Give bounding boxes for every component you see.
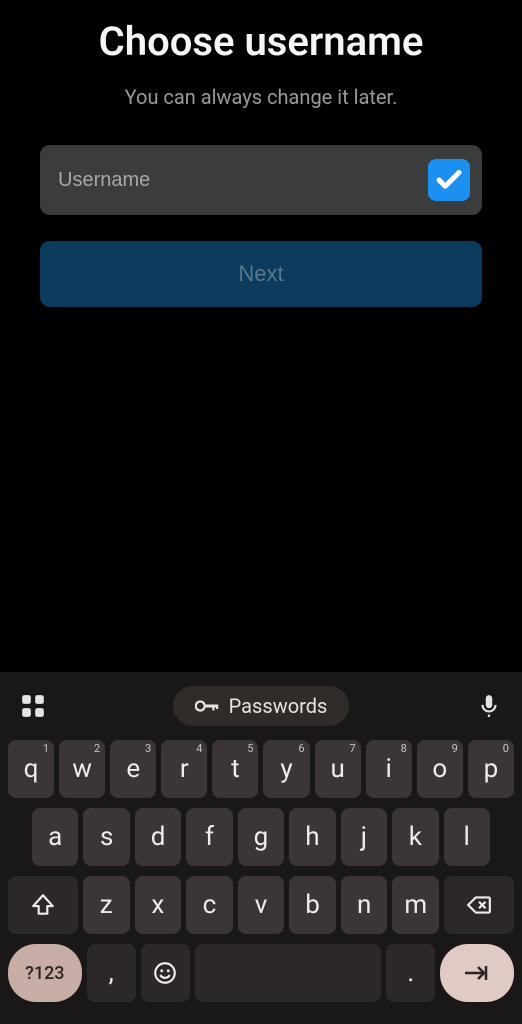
shift-key[interactable] <box>8 876 78 934</box>
key-o[interactable]: o9 <box>417 740 463 798</box>
key-m[interactable]: m <box>392 876 439 934</box>
key-e[interactable]: e3 <box>110 740 156 798</box>
key-c[interactable]: c <box>186 876 233 934</box>
key-h[interactable]: h <box>289 808 335 866</box>
spacebar[interactable] <box>195 944 382 1002</box>
key-y[interactable]: y6 <box>263 740 309 798</box>
key-a[interactable]: a <box>32 808 78 866</box>
key-u[interactable]: u7 <box>315 740 361 798</box>
page-subtitle: You can always change it later. <box>125 85 398 109</box>
page-title: Choose username <box>99 18 424 65</box>
soft-keyboard: Passwords q1w2e3r4t5y6u7i8o9p0 asdfghjkl… <box>0 672 522 1024</box>
key-j[interactable]: j <box>341 808 387 866</box>
key-g[interactable]: g <box>238 808 284 866</box>
key-l[interactable]: l <box>444 808 490 866</box>
period-key[interactable]: . <box>386 944 435 1002</box>
key-r[interactable]: r4 <box>161 740 207 798</box>
username-field-wrap[interactable] <box>40 145 482 215</box>
key-x[interactable]: x <box>135 876 182 934</box>
passwords-label: Passwords <box>229 694 328 718</box>
key-p[interactable]: p0 <box>468 740 514 798</box>
checkmark-icon <box>428 159 470 201</box>
key-w[interactable]: w2 <box>59 740 105 798</box>
signup-screen: Choose username You can always change it… <box>0 0 522 307</box>
apps-grid-icon[interactable] <box>16 693 50 719</box>
comma-key[interactable]: , <box>87 944 136 1002</box>
key-v[interactable]: v <box>238 876 285 934</box>
emoji-key[interactable] <box>141 944 190 1002</box>
enter-key[interactable] <box>440 944 514 1002</box>
key-s[interactable]: s <box>83 808 129 866</box>
next-button[interactable]: Next <box>40 241 482 307</box>
key-t[interactable]: t5 <box>212 740 258 798</box>
key-d[interactable]: d <box>135 808 181 866</box>
key-b[interactable]: b <box>289 876 336 934</box>
key-k[interactable]: k <box>392 808 438 866</box>
mic-icon[interactable] <box>472 693 506 719</box>
backspace-key[interactable] <box>444 876 514 934</box>
key-i[interactable]: i8 <box>366 740 412 798</box>
passwords-chip[interactable]: Passwords <box>173 686 350 726</box>
key-f[interactable]: f <box>186 808 232 866</box>
key-z[interactable]: z <box>83 876 130 934</box>
key-q[interactable]: q1 <box>8 740 54 798</box>
key-n[interactable]: n <box>341 876 388 934</box>
username-input[interactable] <box>58 169 428 192</box>
symbols-key[interactable]: ?123 <box>8 944 82 1002</box>
